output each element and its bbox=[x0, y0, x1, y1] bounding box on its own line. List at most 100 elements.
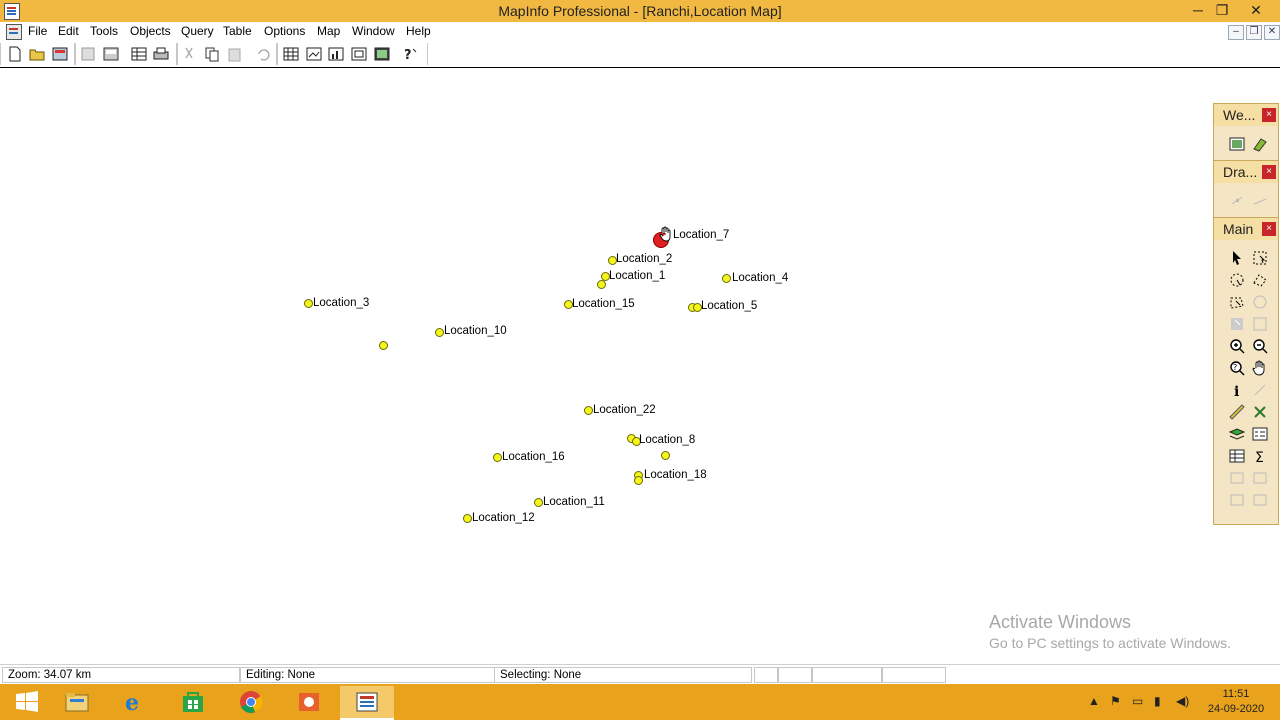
invert-selection-icon[interactable] bbox=[1251, 293, 1269, 311]
document-icon[interactable] bbox=[6, 24, 22, 40]
title-bar: MapInfo Professional - [Ranchi,Location … bbox=[0, 0, 1280, 22]
map-point-location-11[interactable] bbox=[534, 498, 543, 507]
map-label-location-4: Location_4 bbox=[732, 272, 789, 284]
clip-region-icon[interactable] bbox=[1228, 491, 1246, 509]
tray-volume-icon[interactable]: ◀) bbox=[1176, 694, 1189, 708]
map-point-unlabeled-c[interactable] bbox=[379, 341, 388, 350]
label-tool-icon[interactable] bbox=[1251, 403, 1269, 421]
store-icon[interactable] bbox=[166, 686, 220, 718]
drawing-toolbar-close-button[interactable]: × bbox=[1262, 165, 1276, 179]
map-label-location-18: Location_18 bbox=[644, 469, 707, 481]
menu-objects[interactable]: Objects bbox=[130, 24, 171, 38]
map-point-location-3[interactable] bbox=[304, 299, 313, 308]
status-zoom[interactable]: Zoom: 34.07 km bbox=[2, 667, 240, 683]
mapinfo-icon[interactable] bbox=[340, 686, 394, 720]
menu-file[interactable]: File bbox=[28, 24, 47, 38]
zoom-out-icon[interactable] bbox=[1251, 337, 1269, 355]
tray-action-center-icon[interactable]: ⚑ bbox=[1110, 694, 1121, 708]
reshape-icon[interactable] bbox=[1228, 192, 1246, 210]
mdi-close-button[interactable]: ✕ bbox=[1264, 25, 1280, 40]
polygon-select-icon[interactable] bbox=[1251, 271, 1269, 289]
tray-battery-icon[interactable]: ▭ bbox=[1132, 694, 1143, 708]
web-toolbar-close-button[interactable]: × bbox=[1262, 108, 1276, 122]
menu-query[interactable]: Query bbox=[181, 24, 214, 38]
layer-control-icon[interactable] bbox=[1228, 425, 1246, 443]
web-toolbar-panel: We... × bbox=[1213, 103, 1279, 161]
app-icon[interactable] bbox=[282, 686, 336, 718]
svg-text:Σ: Σ bbox=[1255, 450, 1264, 465]
restore-button[interactable]: ❐ bbox=[1208, 0, 1236, 22]
hotlink-icon[interactable] bbox=[1251, 381, 1269, 399]
system-clock[interactable]: 11:51 24-09-2020 bbox=[1196, 687, 1276, 717]
chrome-icon[interactable] bbox=[224, 686, 278, 718]
map-label-location-16: Location_16 bbox=[502, 451, 565, 463]
web-feature-icon[interactable] bbox=[1251, 135, 1269, 153]
status-cell-1 bbox=[754, 667, 778, 683]
map-point-unlabeled-a[interactable] bbox=[597, 280, 606, 289]
map-point-unlabeled-e[interactable] bbox=[661, 451, 670, 460]
change-view-icon[interactable]: ? bbox=[1228, 359, 1246, 377]
sum-icon[interactable]: Σ bbox=[1251, 447, 1269, 465]
activation-watermark: Activate Windows Go to PC settings to ac… bbox=[989, 612, 1231, 651]
marquee-select-icon[interactable] bbox=[1251, 249, 1269, 267]
statistics-table-icon[interactable] bbox=[1228, 447, 1246, 465]
menu-bar: File Edit Tools Objects Query Table Opti… bbox=[0, 22, 1280, 42]
grabber-hand-icon[interactable] bbox=[1251, 359, 1269, 377]
radius-select-icon[interactable] bbox=[1228, 271, 1246, 289]
web-map-icon[interactable] bbox=[1228, 135, 1246, 153]
status-editing[interactable]: Editing: None bbox=[240, 667, 496, 683]
main-toolbar-panel: Main × ? i Σ bbox=[1213, 217, 1279, 525]
map-point-location-16[interactable] bbox=[493, 453, 502, 462]
unselect-all-icon[interactable] bbox=[1228, 315, 1246, 333]
mdi-restore-button[interactable]: ❐ bbox=[1246, 25, 1262, 40]
close-button[interactable]: ✕ bbox=[1242, 0, 1270, 22]
main-toolbar-title[interactable]: Main × bbox=[1214, 218, 1278, 240]
tray-network-icon[interactable]: ▮ bbox=[1154, 694, 1161, 708]
tray-chevron-icon[interactable]: ▲ bbox=[1088, 694, 1100, 708]
drag-map-icon[interactable] bbox=[1228, 469, 1246, 487]
windows-start-icon[interactable] bbox=[0, 686, 54, 718]
scale-bar-icon[interactable] bbox=[1251, 469, 1269, 487]
status-cell-2 bbox=[778, 667, 812, 683]
menu-tools[interactable]: Tools bbox=[90, 24, 118, 38]
map-label-location-10: Location_10 bbox=[444, 325, 507, 337]
ruler-icon[interactable] bbox=[1228, 403, 1246, 421]
map-label-location-8: Location_8 bbox=[639, 434, 696, 446]
svg-text:e: e bbox=[125, 690, 139, 714]
map-label-location-5: Location_5 bbox=[701, 300, 758, 312]
map-label-location-15: Location_15 bbox=[572, 298, 635, 310]
internet-explorer-icon[interactable]: e bbox=[108, 686, 162, 718]
clock-time: 11:51 bbox=[1222, 688, 1250, 700]
menu-map[interactable]: Map bbox=[317, 24, 340, 38]
line-icon[interactable] bbox=[1251, 192, 1269, 210]
menu-options[interactable]: Options bbox=[264, 24, 305, 38]
map-point-location-10[interactable] bbox=[435, 328, 444, 337]
menu-window[interactable]: Window bbox=[352, 24, 395, 38]
menu-table[interactable]: Table bbox=[223, 24, 252, 38]
set-target-icon[interactable] bbox=[1251, 491, 1269, 509]
menu-help[interactable]: Help bbox=[406, 24, 431, 38]
map-window[interactable]: Location_7 Location_2 Location_1 Locatio… bbox=[0, 68, 1280, 664]
main-toolbar-close-button[interactable]: × bbox=[1262, 222, 1276, 236]
mdi-minimize-button[interactable]: – bbox=[1228, 25, 1244, 40]
toolbar-group-windows bbox=[276, 43, 428, 65]
status-selecting[interactable]: Selecting: None bbox=[494, 667, 752, 683]
zoom-in-icon[interactable] bbox=[1228, 337, 1246, 355]
map-point-location-4[interactable] bbox=[722, 274, 731, 283]
clock-date: 24-09-2020 bbox=[1207, 703, 1265, 715]
map-point-location-22[interactable] bbox=[584, 406, 593, 415]
menu-edit[interactable]: Edit bbox=[58, 24, 79, 38]
map-point-unlabeled-f[interactable] bbox=[634, 476, 643, 485]
drawing-toolbar-title[interactable]: Dra... × bbox=[1214, 161, 1278, 183]
toolbar-group-save bbox=[74, 43, 178, 65]
standard-toolbar: ? bbox=[0, 42, 1280, 68]
web-toolbar-title[interactable]: We... × bbox=[1214, 104, 1278, 126]
select-arrow-icon[interactable] bbox=[1228, 249, 1246, 267]
file-explorer-icon[interactable] bbox=[50, 686, 104, 718]
boundary-select-icon[interactable] bbox=[1228, 293, 1246, 311]
map-point-location-12[interactable] bbox=[463, 514, 472, 523]
svg-text:i: i bbox=[1234, 384, 1239, 399]
info-tool-icon[interactable]: i bbox=[1228, 381, 1246, 399]
graph-select-icon[interactable] bbox=[1251, 315, 1269, 333]
legend-icon[interactable] bbox=[1251, 425, 1269, 443]
